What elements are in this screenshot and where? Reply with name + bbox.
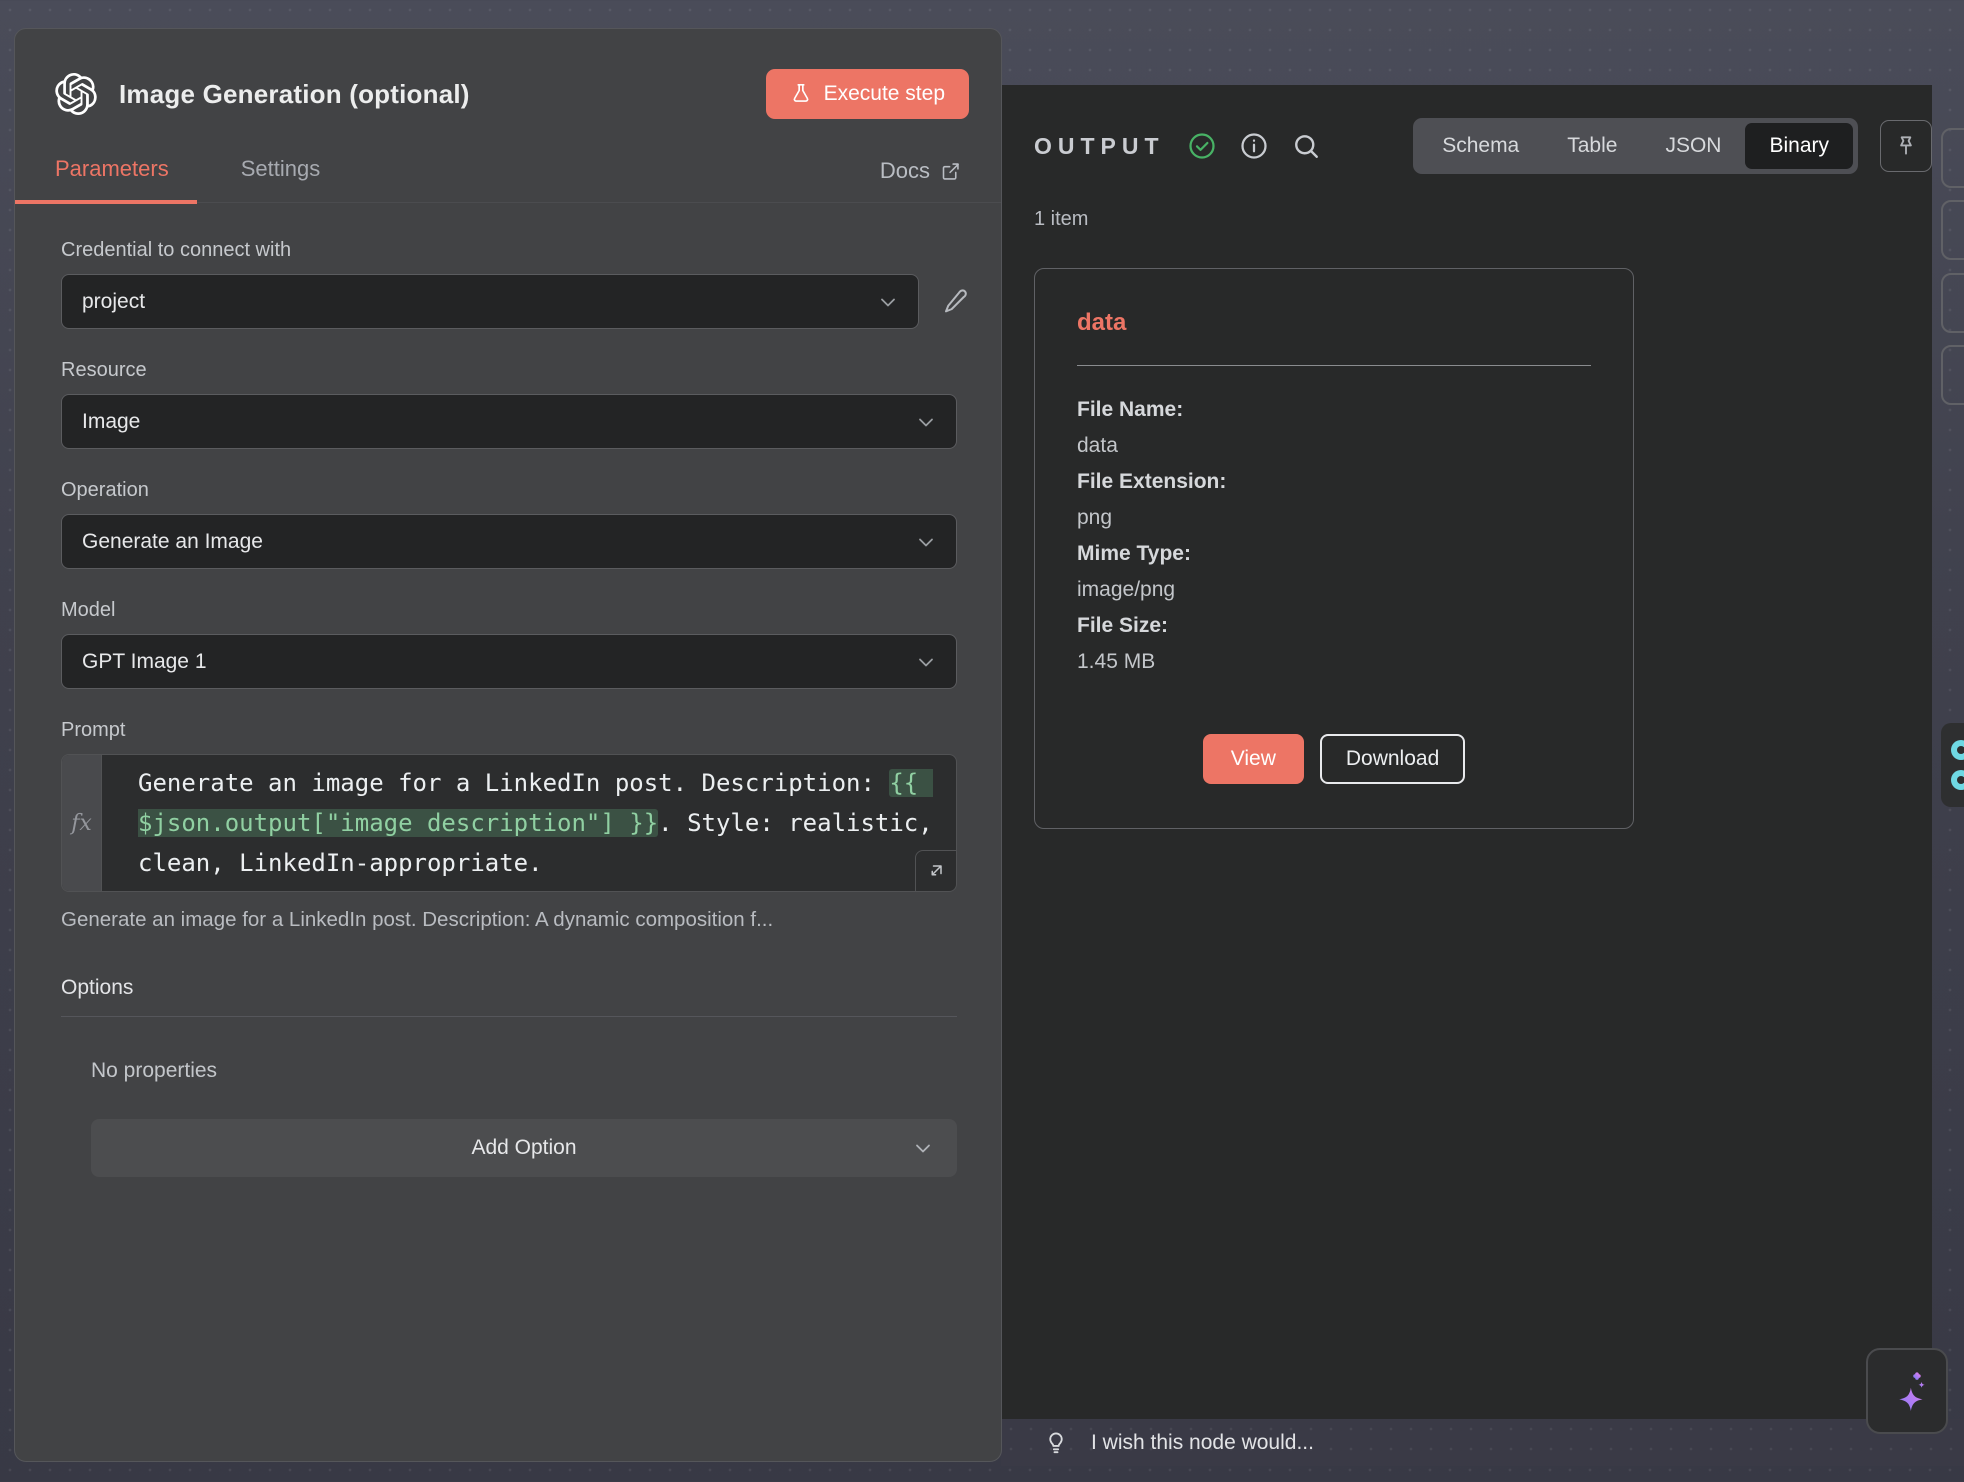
lightbulb-icon xyxy=(1043,1430,1069,1456)
view-file-button[interactable]: View xyxy=(1203,734,1304,784)
tab-parameters[interactable]: Parameters xyxy=(55,156,169,202)
node-details-panel: Image Generation (optional) Execute step… xyxy=(14,28,1002,1462)
no-properties-text: No properties xyxy=(91,1059,957,1083)
clipped-code-glyph-icon xyxy=(1951,740,1964,760)
mime-type-label: Mime Type: xyxy=(1077,536,1591,572)
add-option-button[interactable]: Add Option xyxy=(91,1119,957,1177)
node-feedback-bar[interactable]: I wish this node would... xyxy=(1001,1419,1964,1466)
expand-icon xyxy=(926,861,946,881)
prompt-evaluated-preview: Generate an image for a LinkedIn post. D… xyxy=(61,908,957,932)
ai-assistant-button[interactable] xyxy=(1866,1348,1948,1434)
prompt-code-text[interactable]: Generate an image for a LinkedIn post. D… xyxy=(138,763,950,883)
resource-select[interactable]: Image xyxy=(61,394,957,449)
file-size-label: File Size: xyxy=(1077,608,1591,644)
binary-data-card: data File Name: data File Extension: png… xyxy=(1034,268,1634,829)
openai-logo-icon xyxy=(55,73,97,115)
tab-settings[interactable]: Settings xyxy=(241,156,321,202)
edit-credential-pencil-icon[interactable] xyxy=(941,287,971,317)
output-title: OUTPUT xyxy=(1034,133,1165,160)
view-tab-schema[interactable]: Schema xyxy=(1418,123,1543,169)
resource-label: Resource xyxy=(61,359,957,382)
active-tab-underline xyxy=(15,200,197,204)
mime-type-value: image/png xyxy=(1077,572,1591,608)
clipped-side-button[interactable] xyxy=(1941,345,1964,405)
run-success-check-icon xyxy=(1187,131,1217,161)
execute-step-button[interactable]: Execute step xyxy=(766,69,969,119)
chevron-down-icon xyxy=(914,650,938,674)
credential-select[interactable]: project xyxy=(61,274,919,329)
file-size-value: 1.45 MB xyxy=(1077,644,1591,680)
expand-editor-button[interactable] xyxy=(915,850,957,892)
clipped-code-glyph-icon xyxy=(1951,770,1964,790)
model-select[interactable]: GPT Image 1 xyxy=(61,634,957,689)
file-extension-label: File Extension: xyxy=(1077,464,1591,500)
card-divider xyxy=(1077,365,1591,366)
operation-select[interactable]: Generate an Image xyxy=(61,514,957,569)
view-tab-table[interactable]: Table xyxy=(1543,123,1641,169)
search-icon[interactable] xyxy=(1291,131,1321,161)
chevron-down-icon xyxy=(914,410,938,434)
clipped-canvas-node[interactable] xyxy=(1941,723,1964,807)
flask-icon xyxy=(790,83,812,105)
external-link-icon xyxy=(940,161,961,182)
view-tab-binary[interactable]: Binary xyxy=(1745,123,1853,169)
clipped-side-button[interactable] xyxy=(1941,273,1964,333)
options-heading: Options xyxy=(61,976,957,1000)
credential-label: Credential to connect with xyxy=(61,239,957,262)
chevron-down-icon xyxy=(911,1136,935,1160)
download-file-button[interactable]: Download xyxy=(1320,734,1465,784)
chevron-down-icon xyxy=(914,530,938,554)
clipped-side-button[interactable] xyxy=(1941,200,1964,260)
output-items-count: 1 item xyxy=(1034,208,1932,231)
output-panel: OUTPUT Schema Table JSON Binary 1 item d… xyxy=(1001,85,1932,1419)
parameters-form: Credential to connect with project Resou… xyxy=(15,203,1001,1461)
chevron-down-icon xyxy=(876,290,900,314)
info-icon[interactable] xyxy=(1239,131,1269,161)
node-header: Image Generation (optional) Execute step xyxy=(15,29,1001,119)
node-title: Image Generation (optional) xyxy=(119,79,470,110)
operation-label: Operation xyxy=(61,479,957,502)
docs-link[interactable]: Docs xyxy=(880,158,961,202)
file-name-value: data xyxy=(1077,428,1591,464)
view-tab-json[interactable]: JSON xyxy=(1641,123,1745,169)
expression-fx-badge: fx xyxy=(62,755,102,891)
parameter-tabbar: Parameters Settings Docs xyxy=(15,149,1001,203)
output-view-switcher: Schema Table JSON Binary xyxy=(1413,118,1858,174)
sparkles-icon xyxy=(1884,1368,1930,1414)
feedback-prompt-text: I wish this node would... xyxy=(1091,1431,1314,1455)
binary-key-title: data xyxy=(1077,309,1591,337)
file-name-label: File Name: xyxy=(1077,392,1591,428)
prompt-label: Prompt xyxy=(61,719,957,742)
pin-data-button[interactable] xyxy=(1880,120,1932,172)
prompt-expression-editor[interactable]: fx Generate an image for a LinkedIn post… xyxy=(61,754,957,892)
clipped-side-button[interactable] xyxy=(1941,128,1964,188)
pushpin-icon xyxy=(1893,133,1919,159)
file-extension-value: png xyxy=(1077,500,1591,536)
model-label: Model xyxy=(61,599,957,622)
output-header: OUTPUT Schema Table JSON Binary xyxy=(1034,118,1932,174)
options-divider xyxy=(61,1016,957,1017)
